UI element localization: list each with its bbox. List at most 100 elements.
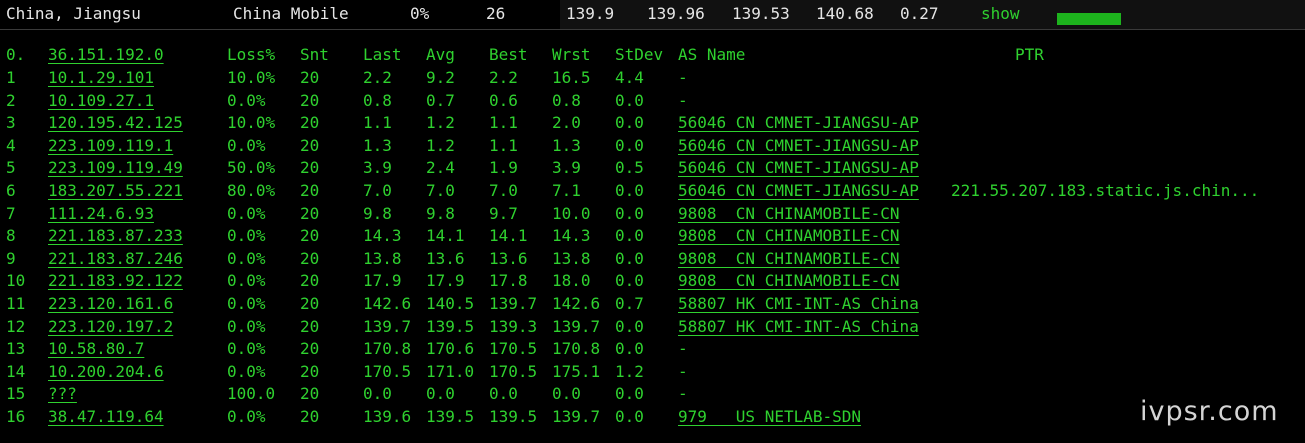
hop-stdev: 0.0 [615,135,644,155]
hop-avg: 13.6 [426,248,465,268]
hop-stdev: 4.4 [615,68,644,87]
hop-avg: 139.5 [426,316,475,336]
hop-avg: 171.0 [426,361,475,381]
hop-host[interactable]: 223.120.161.6 [48,294,173,313]
hop-avg: 1.2 [426,113,455,133]
table-row: 13 10.58.80.7 0.0% 20 170.8 170.6 170.5 170.8 0.… [0,339,1305,362]
hop-asname[interactable]: 9808 CN CHINAMOBILE-CN [678,226,900,245]
hop-asname[interactable]: 9808 CN CHINAMOBILE-CN [678,249,900,268]
hop-host[interactable]: 10.109.27.1 [48,91,154,110]
hop-loss: 0.0% [227,226,266,246]
hop-asname[interactable]: 9808 CN CHINAMOBILE-CN [678,204,900,223]
hop-loss: 0.0% [227,203,266,223]
hop-host[interactable]: ??? [48,384,77,403]
hop-asname[interactable]: 56046 CN CMNET-JIANGSU-AP [678,181,919,200]
hop-wrst: 3.9 [552,158,581,178]
hop-wrst: 1.3 [552,135,581,155]
hop-last: 139.6 [363,407,412,426]
table-row: 3 120.195.42.125 10.0% 20 1.1 1.2 1.1 2.0 0.0 560… [0,113,1305,136]
summary-value-3: 139.53 [732,4,790,23]
hop-last: 1.3 [363,135,392,155]
hop-snt: 20 [300,90,320,110]
hop-snt: 20 [300,339,320,359]
hop-number: 8 [6,226,16,246]
table-row: 15??? 100.0 20 0.0 0.0 0.0 0.0 0.0 - [0,384,1305,407]
hop-asname[interactable]: 58807 HK CMI-INT-AS China [678,317,919,336]
hop-best: 0.0 [489,384,518,404]
table-row: 16 38.47.119.64 0.0% 20 139.6 139.5 139.5 139.7… [0,407,1305,430]
hop-host[interactable]: 38.47.119.64 [48,407,164,426]
hop-host[interactable]: 223.109.119.49 [48,158,183,177]
hop-best: 170.5 [489,361,538,381]
hop-snt: 20 [300,271,320,291]
hop-asname: - [678,361,688,381]
hop-snt: 20 [300,316,320,336]
hop-host[interactable]: 223.120.197.2 [48,317,173,336]
hop-snt: 20 [300,294,320,313]
hop-snt: 20 [300,68,320,87]
hop-last: 17.9 [363,271,402,291]
hop-avg: 17.9 [426,271,465,291]
hop-stdev: 0.0 [615,407,644,426]
hop-number: 16 [6,407,26,426]
hop-snt: 20 [300,158,320,178]
hop-wrst: 0.0 [552,384,581,404]
hop-stdev: 1.2 [615,361,644,381]
target-host-link[interactable]: 36.151.192.0 [48,45,164,64]
show-button[interactable]: show [981,4,1020,23]
table-row: 14 10.200.204.6 0.0% 20 170.5 171.0 170.5 175.1… [0,362,1305,385]
hop-asname[interactable]: 56046 CN CMNET-JIANGSU-AP [678,136,919,155]
hop-last: 14.3 [363,226,402,246]
hop-asname[interactable]: 58807 HK CMI-INT-AS China [678,294,919,313]
hop-wrst: 0.8 [552,90,581,110]
hop-last: 1.1 [363,113,392,133]
hop-host[interactable]: 221.183.87.233 [48,226,183,245]
hop-host[interactable]: 221.183.92.122 [48,271,183,290]
table-row: 7 111.24.6.93 0.0% 20 9.8 9.8 9.7 10.0 0.0 9808 C… [0,204,1305,227]
hop-asname: - [678,90,688,110]
hop-last: 3.9 [363,158,392,178]
status-bar [1057,13,1121,25]
hop-avg: 0.0 [426,384,455,404]
hop-host[interactable]: 183.207.55.221 [48,181,183,200]
column-ptr: PTR [1015,45,1044,64]
hop-best: 1.9 [489,158,518,178]
summary-loss: 0% [410,4,430,23]
column-avg: Avg [426,45,455,64]
table-header-row: 0. 36.151.192.0 Loss% Snt Last Avg Best … [0,45,1305,68]
location-label: China, Jiangsu [6,4,141,23]
hop-asname[interactable]: 56046 CN CMNET-JIANGSU-AP [678,158,919,177]
column-index: 0. [6,45,26,64]
hop-snt: 20 [300,384,320,404]
hop-loss: 0.0% [227,135,266,155]
hop-loss: 0.0% [227,90,266,110]
table-row: 11 223.120.161.6 0.0% 20 142.6 140.5 139.7 142.… [0,294,1305,317]
hop-asname: - [678,68,688,87]
hop-stdev: 0.0 [615,203,644,223]
hop-best: 9.7 [489,203,518,223]
hop-host[interactable]: 223.109.119.1 [48,136,173,155]
hop-host[interactable]: 111.24.6.93 [48,204,154,223]
hop-asname[interactable]: 979 US NETLAB-SDN [678,407,861,426]
hop-host[interactable]: 10.58.80.7 [48,339,144,358]
hop-loss: 0.0% [227,407,266,426]
hop-host[interactable]: 10.1.29.101 [48,68,154,87]
hop-asname[interactable]: 9808 CN CHINAMOBILE-CN [678,271,900,290]
summary-header: China, Jiangsu China Mobile 0% 26 139.9 … [0,0,1305,30]
hop-asname[interactable]: 56046 CN CMNET-JIANGSU-AP [678,113,919,132]
hop-wrst: 10.0 [552,203,591,223]
table-row: 9 221.183.87.246 0.0% 20 13.8 13.6 13.6 13.8 0.0… [0,249,1305,272]
hop-best: 17.8 [489,271,528,291]
hop-snt: 20 [300,113,320,133]
hop-last: 7.0 [363,181,392,200]
hop-best: 139.3 [489,316,538,336]
hop-loss: 0.0% [227,248,266,268]
hop-best: 7.0 [489,181,518,200]
hop-host[interactable]: 221.183.87.246 [48,249,183,268]
hop-best: 0.6 [489,90,518,110]
hop-number: 14 [6,361,26,381]
hop-host[interactable]: 10.200.204.6 [48,362,164,381]
hop-last: 170.5 [363,361,412,381]
hop-loss: 10.0% [227,113,276,133]
hop-host[interactable]: 120.195.42.125 [48,113,183,132]
